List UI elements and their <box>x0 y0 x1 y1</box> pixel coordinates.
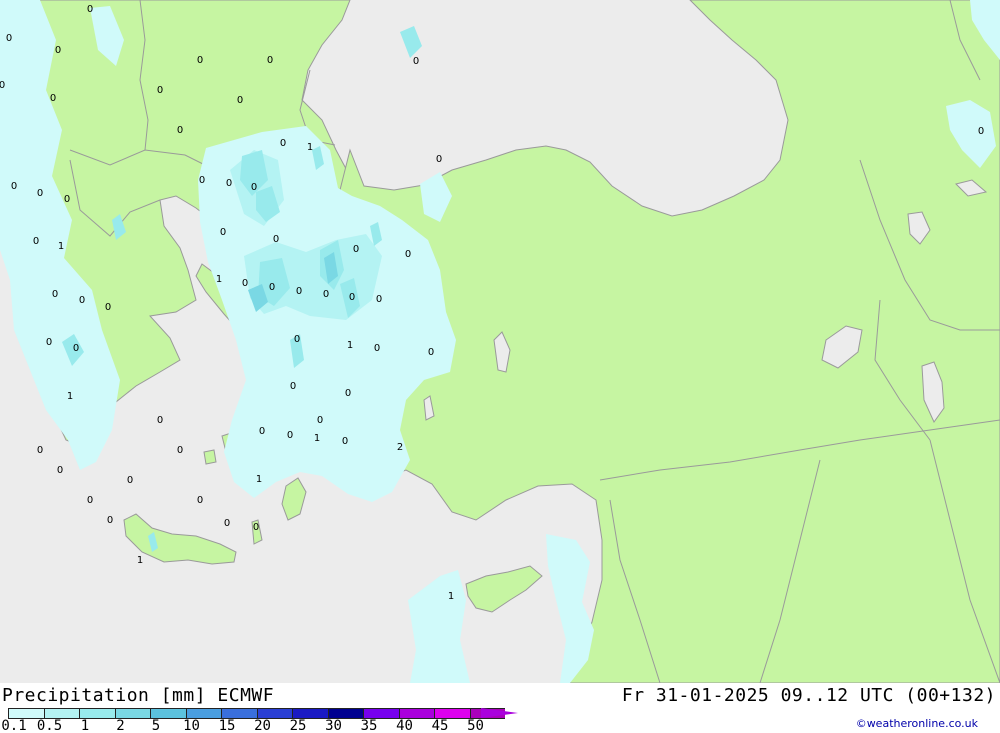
precip-value-label: 0 <box>177 445 183 456</box>
precip-value-label: 0 <box>33 236 39 247</box>
forecast-time: Fr 31-01-2025 09..12 UTC (00+132) <box>621 685 996 706</box>
precip-value-label: 0 <box>224 518 230 529</box>
precip-value-label: 0 <box>37 445 43 456</box>
weather-map-page: 0000000100000000001000100000000000010000… <box>0 0 1000 733</box>
precip-value-label: 1 <box>216 274 222 285</box>
color-scale-arrow <box>481 708 518 718</box>
precip-value-label: 0 <box>296 286 302 297</box>
precip-value-label: 0 <box>46 337 52 348</box>
precip-value-label: 0 <box>127 475 133 486</box>
legend-tick-label: 2 <box>116 718 125 733</box>
precip-value-label: 0 <box>267 55 273 66</box>
precip-value-label: 0 <box>57 465 63 476</box>
precip-value-label: 1 <box>58 241 64 252</box>
legend-tick-label: 30 <box>325 718 342 733</box>
precip-value-label: 0 <box>287 430 293 441</box>
precip-value-label: 1 <box>256 474 262 485</box>
precip-value-label: 0 <box>87 495 93 506</box>
precip-value-label: 0 <box>50 93 56 104</box>
precip-value-label: 0 <box>242 278 248 289</box>
precip-value-label: 0 <box>428 347 434 358</box>
precip-value-label: 0 <box>197 55 203 66</box>
precip-value-label: 0 <box>978 126 984 137</box>
precip-value-label: 0 <box>294 334 300 345</box>
precip-value-label: 0 <box>413 56 419 67</box>
precip-value-label: 0 <box>342 436 348 447</box>
precip-value-label: 0 <box>64 194 70 205</box>
precip-value-label: 0 <box>259 426 265 437</box>
precip-value-label: 0 <box>73 343 79 354</box>
precip-value-label: 0 <box>323 289 329 300</box>
precip-value-label: 0 <box>157 85 163 96</box>
precip-value-label: 0 <box>251 182 257 193</box>
precip-value-label: 0 <box>107 515 113 526</box>
precip-value-label: 0 <box>199 175 205 186</box>
legend-tick-label: 5 <box>151 718 161 733</box>
legend-tick-label: 10 <box>183 718 200 733</box>
legend-tick-label: 45 <box>431 718 449 733</box>
precip-value-label: 0 <box>436 154 442 165</box>
legend-panel: Precipitation [mm] ECMWF Fr 31-01-2025 0… <box>0 683 1000 733</box>
color-scale-ticks: 0.1 0.5 1 2 5 10 15 20 25 30 35 40 45 50 <box>0 718 540 733</box>
legend-tick-label: 20 <box>254 718 271 733</box>
precip-value-label: 0 <box>177 125 183 136</box>
precip-value-label: 1 <box>137 555 143 566</box>
precip-value-label: 0 <box>6 33 12 44</box>
precip-value-label: 0 <box>220 227 226 238</box>
precip-value-label: 1 <box>307 142 313 153</box>
precip-value-label: 0 <box>226 178 232 189</box>
precip-value-label: 0 <box>280 138 286 149</box>
precip-value-label: 0 <box>87 4 93 15</box>
precip-value-label: 0 <box>376 294 382 305</box>
precip-value-label: 0 <box>405 249 411 260</box>
precip-value-label: 0 <box>237 95 243 106</box>
precip-value-label: 0 <box>353 244 359 255</box>
precip-value-label: 0 <box>253 522 259 533</box>
legend-tick-label: 0.5 <box>36 718 63 733</box>
precip-value-label: 0 <box>374 343 380 354</box>
precip-value-label: 1 <box>347 340 353 351</box>
precip-value-label: 0 <box>11 181 17 192</box>
map-title: Precipitation [mm] ECMWF <box>2 685 275 706</box>
legend-tick-label: 1 <box>80 718 90 733</box>
legend-tick-label: 15 <box>218 718 236 733</box>
precip-value-label: 2 <box>397 442 403 453</box>
precip-value-label: 0 <box>0 80 5 91</box>
precip-value-label: 0 <box>349 292 355 303</box>
precip-value-label: 0 <box>197 495 203 506</box>
precip-value-label: 1 <box>448 591 454 602</box>
land-paros <box>203 449 217 465</box>
legend-tick-label: 40 <box>396 718 413 733</box>
precip-value-label: 0 <box>105 302 111 313</box>
legend-tick-label: 50 <box>467 718 484 733</box>
precip-value-label: 1 <box>67 391 73 402</box>
precip-value-label: 0 <box>345 388 351 399</box>
legend-tick-label: 35 <box>360 718 378 733</box>
credit-link[interactable]: ©weatheronline.co.uk <box>856 717 978 730</box>
precip-value-label: 1 <box>314 433 320 444</box>
legend-tick-label: 25 <box>289 718 307 733</box>
precip-value-label: 0 <box>290 381 296 392</box>
precip-value-label: 0 <box>52 289 58 300</box>
precip-value-label: 0 <box>55 45 61 56</box>
precip-value-label: 0 <box>79 295 85 306</box>
precip-value-label: 0 <box>317 415 323 426</box>
precip-value-label: 0 <box>273 234 279 245</box>
legend-tick-label: 0.1 <box>1 718 27 733</box>
precip-value-label: 0 <box>37 188 43 199</box>
precip-value-label: 0 <box>157 415 163 426</box>
precipitation-map: 0 0 0 0 0 0 0 1 0 0 0 0 0 0 0 0 0 0 1 0 0 0 1 0 0 0 0 0 0 0 0 0 0 0 0 1 0 0 0 0… <box>0 0 1000 683</box>
precip-value-label: 0 <box>269 282 275 293</box>
